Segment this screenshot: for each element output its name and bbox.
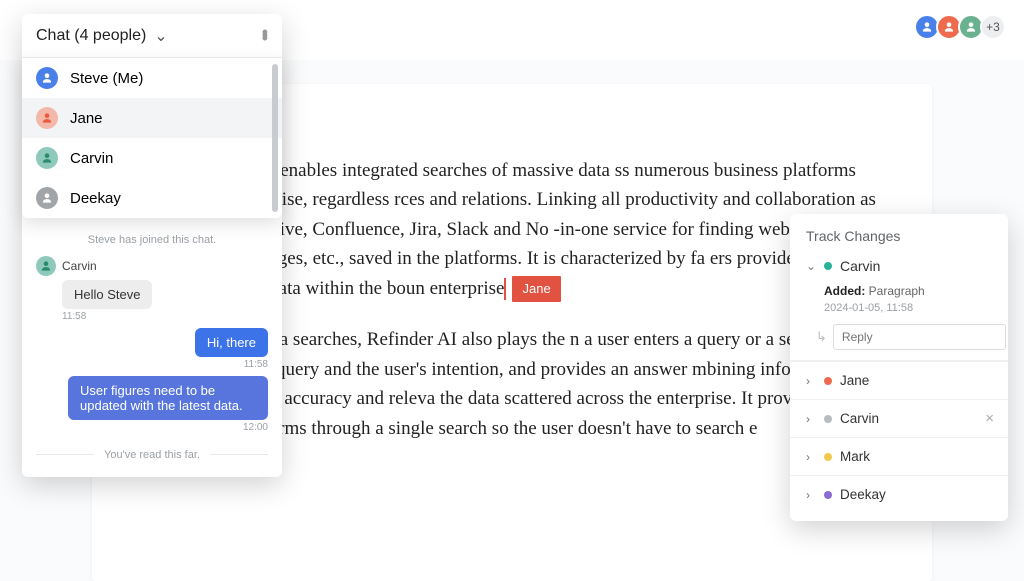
- track-change-row-deekay[interactable]: › Deekay: [790, 475, 1008, 513]
- message-outgoing: User figures need to be updated with the…: [36, 376, 268, 433]
- track-change-row-carvin[interactable]: ⌄ Carvin: [806, 258, 992, 274]
- track-change-row-mark[interactable]: › Mark: [790, 437, 1008, 475]
- color-dot-icon: [824, 491, 832, 499]
- color-dot-icon: [824, 415, 832, 423]
- message-time: 11:58: [36, 359, 268, 370]
- chevron-right-icon: ›: [806, 488, 820, 502]
- close-icon[interactable]: ×: [985, 410, 994, 427]
- track-change-detail: Added: Paragraph: [824, 284, 992, 298]
- change-value: Paragraph: [869, 284, 925, 298]
- track-change-row-carvin-2[interactable]: › Carvin ×: [790, 399, 1008, 437]
- reply-arrow-icon: ↳: [816, 329, 827, 345]
- person-label: Deekay: [70, 190, 121, 207]
- color-dot-icon: [824, 453, 832, 461]
- track-change-name: Carvin: [840, 258, 880, 274]
- track-change-name: Deekay: [840, 487, 886, 502]
- person-icon: [36, 187, 58, 209]
- chat-header: Chat (4 people) ⌄ •••: [22, 14, 282, 58]
- person-icon: [964, 20, 978, 34]
- change-label: Added:: [824, 284, 865, 298]
- message-incoming: Carvin Hello Steve 11:58: [36, 256, 268, 322]
- chat-title: Chat (4 people): [36, 27, 146, 45]
- track-change-reply: ↳: [816, 324, 992, 350]
- person-icon: [36, 67, 58, 89]
- sender-name: Carvin: [62, 259, 97, 273]
- track-change-name: Carvin: [840, 411, 879, 426]
- color-dot-icon: [824, 377, 832, 385]
- chevron-right-icon: ›: [806, 374, 820, 388]
- chat-people-dropdown: Steve (Me) Jane Carvin Deekay: [22, 58, 282, 218]
- track-change-name: Mark: [840, 449, 870, 464]
- track-changes-title: Track Changes: [790, 228, 1008, 258]
- reply-input[interactable]: [833, 324, 1006, 350]
- track-change-name: Jane: [840, 373, 869, 388]
- message-time: 12:00: [36, 422, 268, 433]
- person-icon: [920, 20, 934, 34]
- message-sender: Carvin: [36, 256, 268, 276]
- chevron-right-icon: ›: [806, 450, 820, 464]
- person-row-jane[interactable]: Jane: [22, 98, 282, 138]
- chevron-down-icon: ⌄: [806, 259, 820, 273]
- message-bubble[interactable]: User figures need to be updated with the…: [68, 376, 268, 420]
- read-so-far-divider: You've read this far.: [36, 445, 268, 463]
- cursor-jane: [504, 278, 506, 300]
- person-label: Jane: [70, 110, 103, 127]
- color-dot-icon: [824, 262, 832, 270]
- chat-body: Steve has joined this chat. Carvin Hello…: [22, 218, 282, 477]
- user-tag-jane[interactable]: Jane: [512, 276, 560, 302]
- track-change-expanded: ⌄ Carvin Added: Paragraph 2024-01-05, 11…: [790, 258, 1008, 361]
- person-label: Carvin: [70, 150, 113, 167]
- track-change-date: 2024-01-05, 11:58: [824, 302, 992, 314]
- avatar-extra-count[interactable]: +3: [980, 14, 1006, 40]
- message-outgoing: Hi, there 11:58: [36, 328, 268, 370]
- person-row-deekay[interactable]: Deekay: [22, 178, 282, 218]
- avatar-stack[interactable]: +3: [918, 14, 1006, 40]
- chevron-right-icon: ›: [806, 412, 820, 426]
- read-so-far-label: You've read this far.: [94, 449, 210, 461]
- track-changes-panel: Track Changes ⌄ Carvin Added: Paragraph …: [790, 214, 1008, 521]
- message-bubble[interactable]: Hi, there: [195, 328, 268, 357]
- person-label: Steve (Me): [70, 70, 143, 87]
- chat-title-dropdown[interactable]: Chat (4 people) ⌄: [36, 26, 168, 46]
- chat-joined-notice: Steve has joined this chat.: [36, 234, 268, 246]
- person-icon: [942, 20, 956, 34]
- message-time: 11:58: [62, 311, 268, 322]
- person-row-steve[interactable]: Steve (Me): [22, 58, 282, 98]
- person-icon: [36, 256, 56, 276]
- kebab-menu-icon[interactable]: •••: [262, 31, 268, 40]
- person-row-carvin[interactable]: Carvin: [22, 138, 282, 178]
- person-icon: [36, 107, 58, 129]
- track-change-row-jane[interactable]: › Jane: [790, 361, 1008, 399]
- message-bubble[interactable]: Hello Steve: [62, 280, 152, 309]
- chat-panel: Chat (4 people) ⌄ ••• Steve (Me) Jane Ca…: [22, 14, 282, 477]
- person-icon: [36, 147, 58, 169]
- chevron-down-icon: ⌄: [154, 26, 167, 46]
